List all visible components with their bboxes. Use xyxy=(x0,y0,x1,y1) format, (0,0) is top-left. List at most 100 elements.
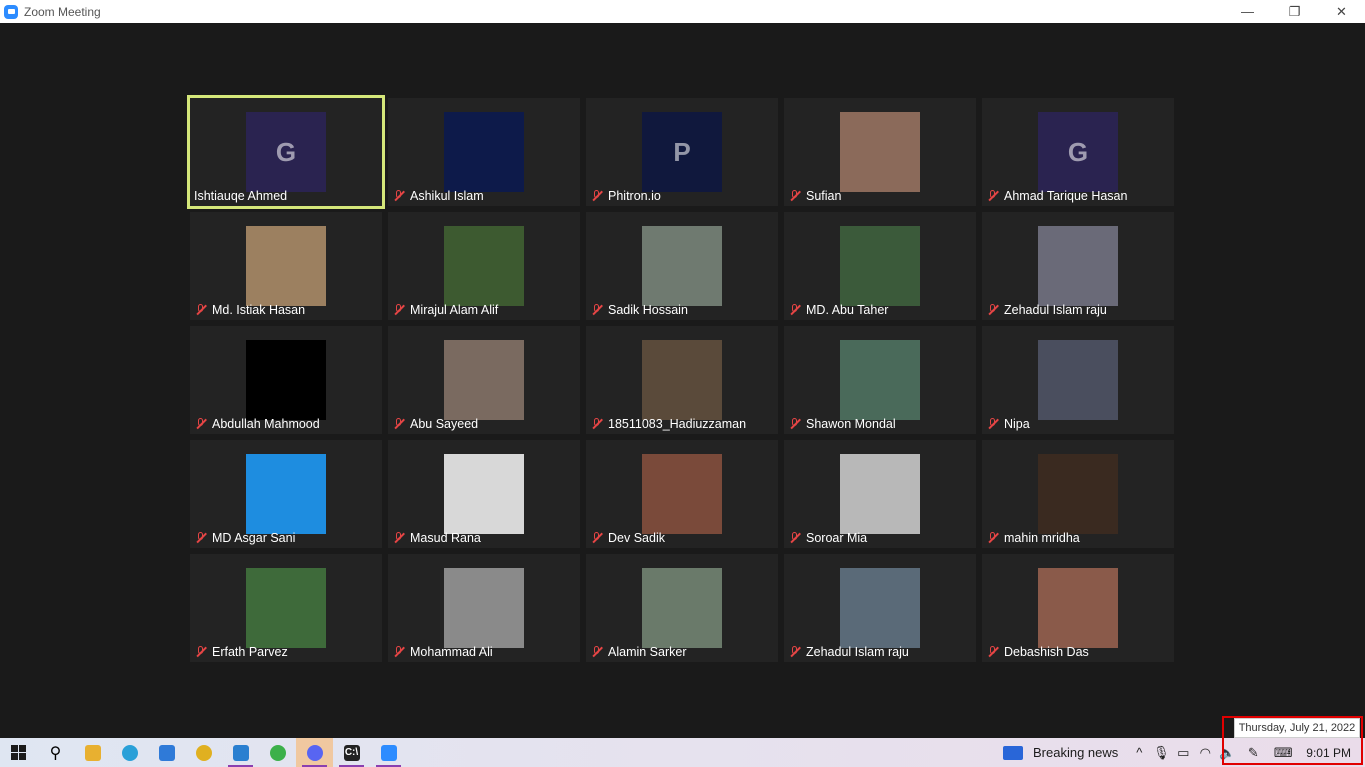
participant-name: Masud Rana xyxy=(410,531,481,545)
participant-tile[interactable]: Nipa xyxy=(982,326,1174,434)
participant-name: Dev Sadik xyxy=(608,531,665,545)
participant-tile[interactable]: Shawon Mondal xyxy=(784,326,976,434)
participant-tile[interactable]: 18511083_Hadiuzzaman xyxy=(586,326,778,434)
participant-avatar xyxy=(444,568,524,648)
close-button[interactable]: ✕ xyxy=(1318,0,1365,23)
participant-avatar xyxy=(840,454,920,534)
participant-tile[interactable]: Abu Sayeed xyxy=(388,326,580,434)
zoom-icon xyxy=(380,744,397,761)
participant-tile[interactable]: Sufian xyxy=(784,98,976,206)
taskbar-notepad-button[interactable] xyxy=(148,738,185,767)
battery-icon[interactable]: ▭ xyxy=(1172,738,1194,767)
muted-microphone-icon xyxy=(392,531,406,545)
muted-microphone-icon xyxy=(788,303,802,317)
taskbar-discord-button[interactable] xyxy=(296,738,333,767)
muted-microphone-icon xyxy=(194,303,208,317)
participant-avatar xyxy=(642,226,722,306)
participant-avatar xyxy=(642,454,722,534)
taskbar-zoom-button[interactable] xyxy=(370,738,407,767)
participant-tile[interactable]: P Phitron.io xyxy=(586,98,778,206)
muted-microphone-icon xyxy=(194,531,208,545)
participant-tile[interactable]: Debashish Das xyxy=(982,554,1174,662)
participant-tile[interactable]: mahin mridha xyxy=(982,440,1174,548)
taskbar-start-button[interactable] xyxy=(0,738,37,767)
muted-microphone-icon xyxy=(986,531,1000,545)
muted-microphone-icon xyxy=(986,303,1000,317)
participant-avatar xyxy=(840,112,920,192)
participant-name: Abdullah Mahmood xyxy=(212,417,320,431)
taskbar-files-button[interactable] xyxy=(74,738,111,767)
taskbar-chrome-button[interactable] xyxy=(185,738,222,767)
chevron-up-icon[interactable]: ^ xyxy=(1128,738,1150,767)
participant-name: Nipa xyxy=(1004,417,1030,431)
muted-microphone-icon xyxy=(986,189,1000,203)
participant-avatar: G xyxy=(1038,112,1118,192)
participant-name: Mohammad Ali xyxy=(410,645,493,659)
participant-name: Ahmad Tarique Hasan xyxy=(1004,189,1128,203)
participant-name: 18511083_Hadiuzzaman xyxy=(608,417,747,431)
participant-avatar xyxy=(444,340,524,420)
participant-tile[interactable]: Abdullah Mahmood xyxy=(190,326,382,434)
participant-tile[interactable]: MD. Abu Taher xyxy=(784,212,976,320)
restore-button[interactable]: ❐ xyxy=(1271,0,1318,23)
taskbar-telegram-button[interactable] xyxy=(111,738,148,767)
news-widget[interactable]: Breaking news xyxy=(1003,745,1118,760)
zoom-app-icon xyxy=(4,4,18,19)
participant-tile[interactable]: Alamin Sarker xyxy=(586,554,778,662)
participant-name: Abu Sayeed xyxy=(410,417,479,431)
participant-tile[interactable]: Mirajul Alam Alif xyxy=(388,212,580,320)
title-bar: Zoom Meeting — ❐ ✕ xyxy=(0,0,1365,23)
windows-icon xyxy=(11,745,26,760)
text-editor-icon xyxy=(158,744,175,761)
muted-microphone-icon xyxy=(392,303,406,317)
participant-name: Ishtiauqe Ahmed xyxy=(194,189,288,203)
participant-tile[interactable]: Md. Istiak Hasan xyxy=(190,212,382,320)
participant-avatar xyxy=(840,568,920,648)
participant-tile[interactable]: G Ahmad Tarique Hasan xyxy=(982,98,1174,206)
microphone-icon[interactable]: 🎙 xyxy=(1150,738,1172,767)
taskbar: ⚲ C:\ Breaking news ^ 🎙 ▭ ◠ 🔈 ✎ ⌨ 9:01 PM xyxy=(0,738,1365,767)
file-explorer-icon xyxy=(84,744,101,761)
participant-avatar xyxy=(246,454,326,534)
participant-avatar xyxy=(840,226,920,306)
muted-microphone-icon xyxy=(392,645,406,659)
muted-microphone-icon xyxy=(392,189,406,203)
participant-avatar xyxy=(642,568,722,648)
participant-tile[interactable]: Masud Rana xyxy=(388,440,580,548)
taskbar-sharefile-button[interactable] xyxy=(259,738,296,767)
muted-microphone-icon xyxy=(788,531,802,545)
participant-tile[interactable]: Mohammad Ali xyxy=(388,554,580,662)
news-label: Breaking news xyxy=(1033,745,1119,760)
participant-tile[interactable]: MD Asgar Sani xyxy=(190,440,382,548)
participant-tile[interactable]: Erfath Parvez xyxy=(190,554,382,662)
participant-avatar xyxy=(246,226,326,306)
taskbar-terminal-button[interactable]: C:\ xyxy=(333,738,370,767)
minimize-button[interactable]: — xyxy=(1224,0,1271,23)
participant-tile[interactable]: Sadik Hossain xyxy=(586,212,778,320)
wifi-icon[interactable]: ◠ xyxy=(1194,738,1216,767)
participant-avatar xyxy=(444,226,524,306)
participant-name: Zehadul Islam raju xyxy=(1004,303,1107,317)
participant-name: Mirajul Alam Alif xyxy=(410,303,499,317)
participant-name: MD. Abu Taher xyxy=(806,303,889,317)
participant-tile[interactable]: Zehadul Islam raju xyxy=(784,554,976,662)
participant-avatar xyxy=(1038,568,1118,648)
participant-avatar xyxy=(642,340,722,420)
participant-name: Sadik Hossain xyxy=(608,303,688,317)
muted-microphone-icon xyxy=(590,417,604,431)
muted-microphone-icon xyxy=(590,189,604,203)
participant-tile[interactable]: Dev Sadik xyxy=(586,440,778,548)
participant-tile[interactable]: G Ishtiauqe Ahmed xyxy=(187,95,385,209)
participant-name: Sufian xyxy=(806,189,842,203)
taskbar-search-button[interactable]: ⚲ xyxy=(37,738,74,767)
participant-tile[interactable]: Ashikul Islam xyxy=(388,98,580,206)
participant-avatar xyxy=(444,454,524,534)
participant-name: Ashikul Islam xyxy=(410,189,484,203)
participant-avatar xyxy=(840,340,920,420)
participant-tile[interactable]: Soroar Mia xyxy=(784,440,976,548)
muted-microphone-icon xyxy=(590,531,604,545)
participant-name: mahin mridha xyxy=(1004,531,1080,545)
participant-tile[interactable]: Zehadul Islam raju xyxy=(982,212,1174,320)
taskbar-vscode-button[interactable] xyxy=(222,738,259,767)
share-icon xyxy=(269,744,286,761)
